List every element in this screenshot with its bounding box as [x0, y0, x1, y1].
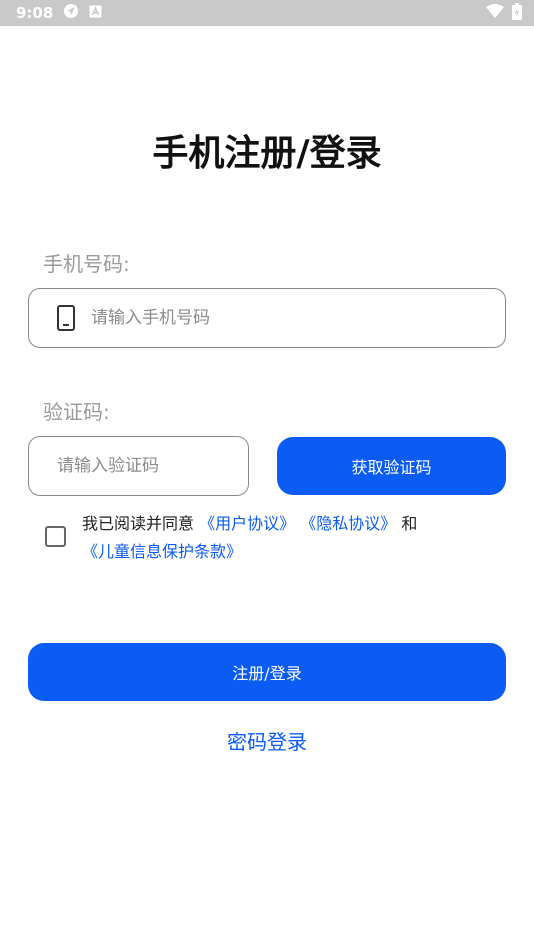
status-right [486, 2, 522, 24]
password-login-link[interactable]: 密码登录 [0, 726, 534, 755]
page-title: 手机注册/登录 [152, 133, 382, 174]
agreement-and: 和 [401, 514, 418, 533]
agreement-text: 我已阅读并同意 《用户协议》 《隐私协议》 和 《儿童信息保护条款》 [82, 510, 502, 566]
phone-input[interactable] [91, 298, 471, 338]
agreement-checkbox[interactable] [45, 526, 66, 547]
navigation-icon [63, 3, 79, 23]
user-agreement-link[interactable]: 《用户协议》 [199, 514, 295, 533]
agreement-prefix: 我已阅读并同意 [82, 514, 195, 533]
status-bar: 9:08 [0, 0, 534, 26]
child-policy-link[interactable]: 《儿童信息保护条款》 [82, 542, 242, 561]
code-label: 验证码: [43, 400, 110, 424]
privacy-policy-link[interactable]: 《隐私协议》 [300, 514, 396, 533]
code-field[interactable] [28, 436, 249, 496]
register-login-button[interactable]: 注册/登录 [28, 643, 506, 701]
status-time: 9:08 [16, 4, 54, 22]
battery-icon [512, 2, 522, 24]
get-code-button[interactable]: 获取验证码 [277, 437, 506, 495]
phone-icon [57, 305, 75, 331]
notification-a-icon [89, 4, 102, 22]
wifi-icon [486, 4, 504, 22]
phone-field[interactable] [28, 288, 506, 348]
status-left: 9:08 [16, 3, 102, 23]
code-input[interactable] [57, 446, 237, 486]
phone-label: 手机号码: [43, 252, 130, 276]
